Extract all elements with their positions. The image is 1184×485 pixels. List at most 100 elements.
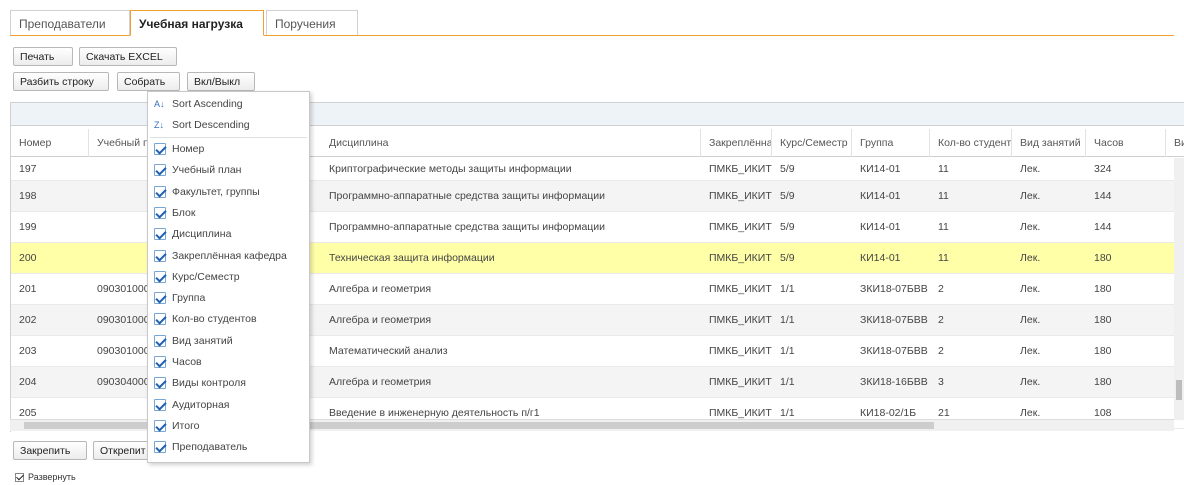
cell-plan xyxy=(89,212,154,242)
toggle-button[interactable]: Вкл/Выкл xyxy=(187,72,255,91)
pin-button[interactable]: Закрепить xyxy=(13,441,87,460)
cell-disc: Техническая защита информации xyxy=(329,252,495,264)
vertical-scrollbar[interactable] xyxy=(1174,158,1184,420)
cell-vid: Лек. xyxy=(1020,376,1041,388)
checkbox-checked-icon[interactable] xyxy=(154,334,166,347)
menu-column-label: Вид занятий xyxy=(172,334,233,347)
cell-plan: 090301000 xyxy=(97,314,150,326)
menu-column-item[interactable]: Часов xyxy=(148,353,309,372)
cell-disc: Алгебра и геометрия xyxy=(329,314,432,326)
col-header-course[interactable]: Курс/Семестр xyxy=(772,129,852,157)
checkbox-checked-icon[interactable] xyxy=(154,143,166,155)
menu-column-item[interactable]: Учебный план xyxy=(148,161,309,180)
menu-column-item[interactable]: Курс/Семестр xyxy=(148,268,309,287)
checkbox-checked-icon[interactable] xyxy=(154,398,166,411)
menu-column-label: Курс/Семестр xyxy=(172,270,240,283)
print-button[interactable]: Печать xyxy=(13,47,73,66)
tab-assignments[interactable]: Поручения xyxy=(266,10,358,36)
col-header-control[interactable]: Ви xyxy=(1166,129,1184,157)
menu-column-item[interactable]: Вид занятий xyxy=(148,332,309,351)
menu-column-label: Виды контроля xyxy=(172,377,246,390)
cell-group: ЗКИ18-07БВВ xyxy=(860,345,928,357)
menu-column-label: Итого xyxy=(172,419,200,432)
cell-disc: Алгебра и геометрия xyxy=(329,376,432,388)
checkbox-checked-icon[interactable] xyxy=(154,228,166,241)
col-header-students[interactable]: Кол-во студент xyxy=(930,129,1012,157)
sort-descending-icon: Z↓ xyxy=(154,120,164,130)
cell-kurs: 5/9 xyxy=(780,221,795,233)
checkbox-checked-icon[interactable] xyxy=(154,249,166,262)
menu-column-label: Закреплённая кафедра xyxy=(172,249,287,262)
checkbox-checked-icon[interactable] xyxy=(154,441,166,454)
checkbox-checked-icon[interactable] xyxy=(154,313,166,326)
unpin-button[interactable]: Открепит xyxy=(93,441,155,460)
menu-column-item[interactable]: Блок xyxy=(148,204,309,223)
menu-column-item[interactable]: Аудиторная xyxy=(148,396,309,415)
cell-vid: Лек. xyxy=(1020,345,1041,357)
cell-nomer: 201 xyxy=(19,283,37,295)
menu-sort-descending-label: Sort Descending xyxy=(172,119,250,131)
split-row-button[interactable]: Разбить строку xyxy=(13,72,109,91)
col-header-number[interactable]: Номер xyxy=(11,129,89,157)
checkbox-checked-icon[interactable] xyxy=(154,377,166,390)
download-excel-button[interactable]: Скачать EXCEL xyxy=(79,47,177,66)
menu-column-item[interactable]: Кол-во студентов xyxy=(148,310,309,329)
cell-vid: Лек. xyxy=(1020,162,1041,175)
menu-sort-descending[interactable]: Z↓ Sort Descending xyxy=(148,116,309,135)
checkbox-checked-icon[interactable] xyxy=(154,185,166,198)
menu-column-item[interactable]: Преподаватель xyxy=(148,438,309,457)
menu-column-item[interactable]: Группа xyxy=(148,289,309,308)
checkbox-checked-icon[interactable] xyxy=(154,419,166,432)
cell-kaf: ПМКБ_ИКИТ xyxy=(709,190,772,202)
col-header-hours[interactable]: Часов xyxy=(1086,129,1166,157)
cell-vid: Лек. xyxy=(1020,283,1041,295)
cell-group: ЗКИ18-07БВВ xyxy=(860,314,928,326)
menu-column-item[interactable]: Закреплённая кафедра xyxy=(148,247,309,266)
collect-button[interactable]: Собрать xyxy=(117,72,180,91)
cell-nomer: 202 xyxy=(19,314,37,326)
cell-group: ЗКИ18-16БВВ xyxy=(860,376,928,388)
menu-column-item[interactable]: Факультет, группы xyxy=(148,183,309,202)
expand-checkbox[interactable] xyxy=(15,473,24,482)
cell-nomer: 198 xyxy=(19,190,37,202)
menu-column-item[interactable]: Номер xyxy=(148,140,309,159)
checkbox-checked-icon[interactable] xyxy=(154,270,166,283)
checkbox-checked-icon[interactable] xyxy=(154,164,166,177)
checkbox-checked-icon[interactable] xyxy=(154,356,166,368)
cell-hours: 180 xyxy=(1094,376,1112,388)
cell-students: 2 xyxy=(938,345,944,357)
tab-teachers[interactable]: Преподаватели xyxy=(10,10,130,36)
cell-group: КИ14-01 xyxy=(860,162,901,175)
checkbox-checked-icon[interactable] xyxy=(154,206,166,219)
cell-plan xyxy=(89,243,154,273)
checkbox-checked-icon[interactable] xyxy=(154,292,166,305)
cell-disc: Математический анализ xyxy=(329,345,448,357)
cell-group: КИ14-01 xyxy=(860,252,901,264)
menu-column-label: Дисциплина xyxy=(172,228,232,241)
cell-hours: 144 xyxy=(1094,190,1112,202)
tab-teaching-load[interactable]: Учебная нагрузка xyxy=(130,10,264,36)
cell-hours: 180 xyxy=(1094,252,1112,264)
menu-column-item[interactable]: Итого xyxy=(148,417,309,436)
col-header-discipline[interactable]: Дисциплина xyxy=(321,129,701,157)
menu-column-item[interactable]: Дисциплина xyxy=(148,225,309,244)
cell-students: 2 xyxy=(938,314,944,326)
col-header-group[interactable]: Группа xyxy=(852,129,930,157)
col-header-plan[interactable]: Учебный п xyxy=(89,129,154,157)
expand-label: Развернуть xyxy=(28,472,76,482)
menu-column-label: Номер xyxy=(172,143,205,155)
cell-vid: Лек. xyxy=(1020,314,1041,326)
menu-column-label: Блок xyxy=(172,206,196,219)
cell-kaf: ПМКБ_ИКИТ xyxy=(709,221,772,233)
cell-kaf: ПМКБ_ИКИТ xyxy=(709,252,772,264)
menu-sort-ascending[interactable]: A↓ Sort Ascending xyxy=(148,95,309,114)
col-header-department[interactable]: Закреплённая xyxy=(701,129,772,157)
menu-column-item[interactable]: Виды контроля xyxy=(148,374,309,393)
cell-vid: Лек. xyxy=(1020,221,1041,233)
cell-kurs: 5/9 xyxy=(780,162,795,175)
menu-sort-ascending-label: Sort Ascending xyxy=(172,98,243,110)
vertical-scroll-thumb[interactable] xyxy=(1176,380,1182,400)
cell-disc: Криптографические методы защиты информац… xyxy=(329,162,572,175)
cell-kurs: 1/1 xyxy=(780,345,795,357)
col-header-type[interactable]: Вид занятий xyxy=(1012,129,1086,157)
